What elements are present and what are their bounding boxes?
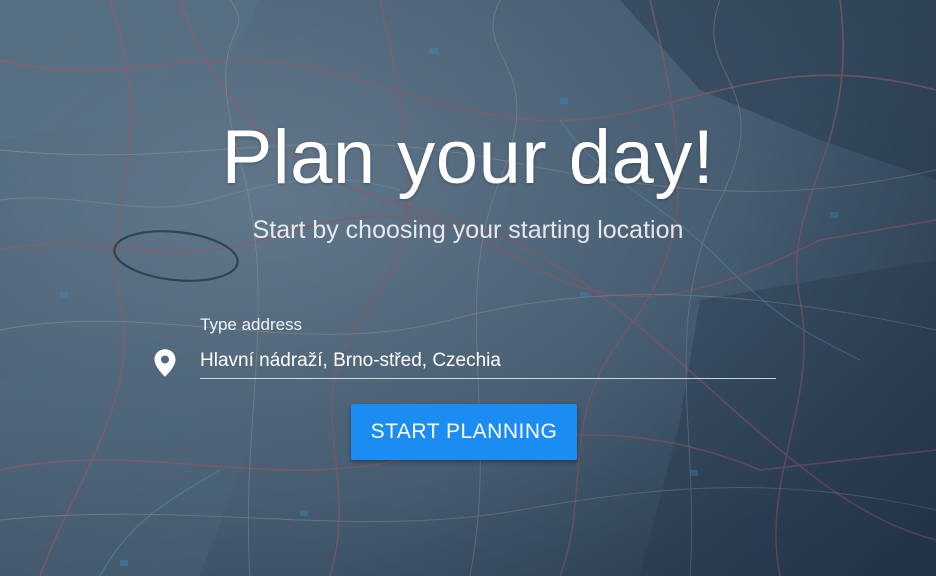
hero-content: Plan your day! Start by choosing your st… bbox=[0, 0, 936, 576]
page-subtitle: Start by choosing your starting location bbox=[252, 216, 684, 244]
address-field-label: Type address bbox=[200, 315, 303, 334]
location-pin-icon bbox=[154, 349, 176, 377]
page-title: Plan your day! bbox=[221, 115, 715, 200]
hero-section: Plan your day! Start by choosing your st… bbox=[0, 0, 936, 576]
address-input[interactable] bbox=[200, 344, 776, 379]
start-planning-button[interactable]: START PLANNING bbox=[351, 404, 577, 460]
